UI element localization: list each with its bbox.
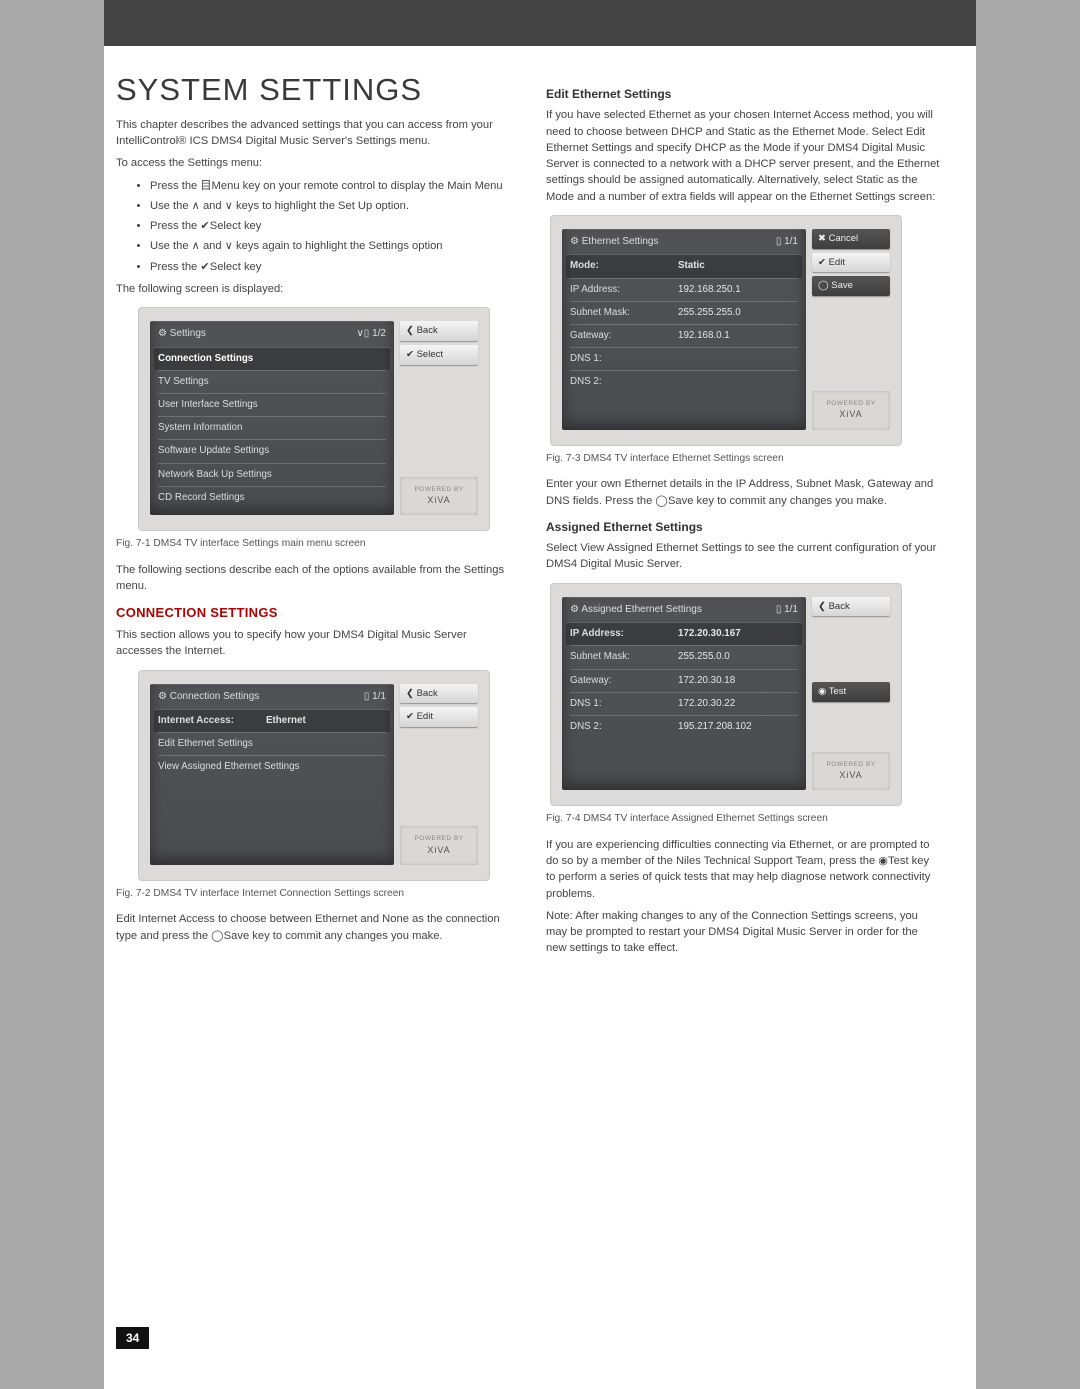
post-fig71: The following sections describe each of … (116, 562, 510, 594)
access-lead: To access the Settings menu: (116, 155, 510, 171)
cancel-button[interactable]: ✖ Cancel (812, 229, 890, 249)
tv-row[interactable]: IP Address:192.168.250.1 (570, 278, 798, 301)
fig-7-4: Assigned Ethernet Settings ▯ 1/1 IP Addr… (550, 583, 902, 807)
fig-caption: Fig. 7-4 DMS4 TV interface Assigned Ethe… (546, 812, 940, 827)
tv-row[interactable]: View Assigned Ethernet Settings (158, 755, 386, 778)
assigned-heading: Assigned Ethernet Settings (546, 519, 940, 536)
brand-badge: POWERED BYXiVA (812, 391, 890, 429)
page-title: SYSTEM SETTINGS (116, 68, 510, 113)
tv-counter: ▯ 1/1 (364, 690, 386, 705)
tv-row[interactable]: User Interface Settings (158, 393, 386, 416)
tv-counter: ▯ 1/1 (776, 235, 798, 250)
fig-7-3: Ethernet Settings ▯ 1/1 Mode:Static IP A… (550, 215, 902, 446)
back-button[interactable]: ❮ Back (400, 684, 478, 704)
post-fig74: If you are experiencing difficulties con… (546, 837, 940, 902)
edit-button[interactable]: ✔ Edit (400, 707, 478, 727)
note: Note: After making changes to any of the… (546, 908, 940, 957)
top-accent-bar (104, 0, 976, 46)
fig-7-2: Connection Settings ▯ 1/1 Internet Acces… (138, 670, 490, 881)
tv-title: Ethernet Settings (570, 235, 658, 250)
tv-row[interactable]: Connection Settings (154, 347, 390, 370)
tv-row[interactable]: Subnet Mask:255.255.0.0 (570, 645, 798, 668)
edit-eth-body: If you have selected Ethernet as your ch… (546, 107, 940, 204)
tv-row[interactable]: CD Record Settings (158, 486, 386, 509)
fig-caption: Fig. 7-2 DMS4 TV interface Internet Conn… (116, 887, 510, 902)
tv-title: Settings (158, 327, 206, 342)
tv-counter: ∨▯ 1/2 (356, 327, 386, 342)
connection-settings-heading: CONNECTION SETTINGS (116, 604, 510, 623)
page-number: 34 (116, 1327, 149, 1349)
test-button[interactable]: ◉ Test (812, 682, 890, 702)
tv-row[interactable]: Internet Access:Ethernet (154, 709, 390, 732)
brand-badge: POWERED BYXiVA (400, 826, 478, 864)
edit-button[interactable]: ✔ Edit (812, 253, 890, 273)
post-fig73: Enter your own Ethernet details in the I… (546, 476, 940, 508)
tv-row[interactable]: TV Settings (158, 370, 386, 393)
back-button[interactable]: ❮ Back (400, 321, 478, 341)
tv-row[interactable]: Gateway:192.168.0.1 (570, 324, 798, 347)
assigned-lead: Select View Assigned Ethernet Settings t… (546, 540, 940, 572)
tv-row[interactable]: System Information (158, 416, 386, 439)
tv-row[interactable]: Network Back Up Settings (158, 463, 386, 486)
tv-row[interactable]: Mode:Static (566, 254, 802, 277)
step: Press the 目Menu key on your remote contr… (150, 178, 510, 194)
brand-badge: POWERED BYXiVA (400, 477, 478, 515)
tv-row[interactable]: IP Address:172.20.30.167 (566, 622, 802, 645)
edit-eth-heading: Edit Ethernet Settings (546, 86, 940, 103)
fig-caption: Fig. 7-1 DMS4 TV interface Settings main… (116, 537, 510, 552)
tv-row[interactable]: Gateway:172.20.30.18 (570, 669, 798, 692)
step: Use the ∧ and ∨ keys again to highlight … (150, 238, 510, 254)
tv-row[interactable]: DNS 2: (570, 370, 798, 393)
fig-caption: Fig. 7-3 DMS4 TV interface Ethernet Sett… (546, 452, 940, 467)
tv-row[interactable]: Edit Ethernet Settings (158, 732, 386, 755)
tv-row[interactable]: Subnet Mask:255.255.255.0 (570, 301, 798, 324)
post-steps: The following screen is displayed: (116, 281, 510, 297)
access-steps: Press the 目Menu key on your remote contr… (116, 178, 510, 275)
tv-title: Connection Settings (158, 690, 259, 705)
back-button[interactable]: ❮ Back (812, 597, 890, 617)
tv-row[interactable]: DNS 2:195.217.208.102 (570, 715, 798, 738)
select-button[interactable]: ✔ Select (400, 345, 478, 365)
right-column: Edit Ethernet Settings If you have selec… (546, 56, 940, 963)
tv-title: Assigned Ethernet Settings (570, 603, 702, 618)
tv-row[interactable]: Software Update Settings (158, 439, 386, 462)
step: Press the ✔Select key (150, 259, 510, 275)
brand-badge: POWERED BYXiVA (812, 752, 890, 790)
conn-intro: This section allows you to specify how y… (116, 627, 510, 659)
conn-edit: Edit Internet Access to choose between E… (116, 911, 510, 943)
tv-row[interactable]: DNS 1: (570, 347, 798, 370)
tv-counter: ▯ 1/1 (776, 603, 798, 618)
intro-text: This chapter describes the advanced sett… (116, 117, 510, 149)
tv-row[interactable]: DNS 1:172.20.30.22 (570, 692, 798, 715)
left-column: SYSTEM SETTINGS This chapter describes t… (116, 56, 510, 963)
step: Press the ✔Select key (150, 218, 510, 234)
save-button[interactable]: ◯ Save (812, 276, 890, 296)
step: Use the ∧ and ∨ keys to highlight the Se… (150, 198, 510, 214)
fig-7-1: Settings ∨▯ 1/2 Connection Settings TV S… (138, 307, 490, 531)
